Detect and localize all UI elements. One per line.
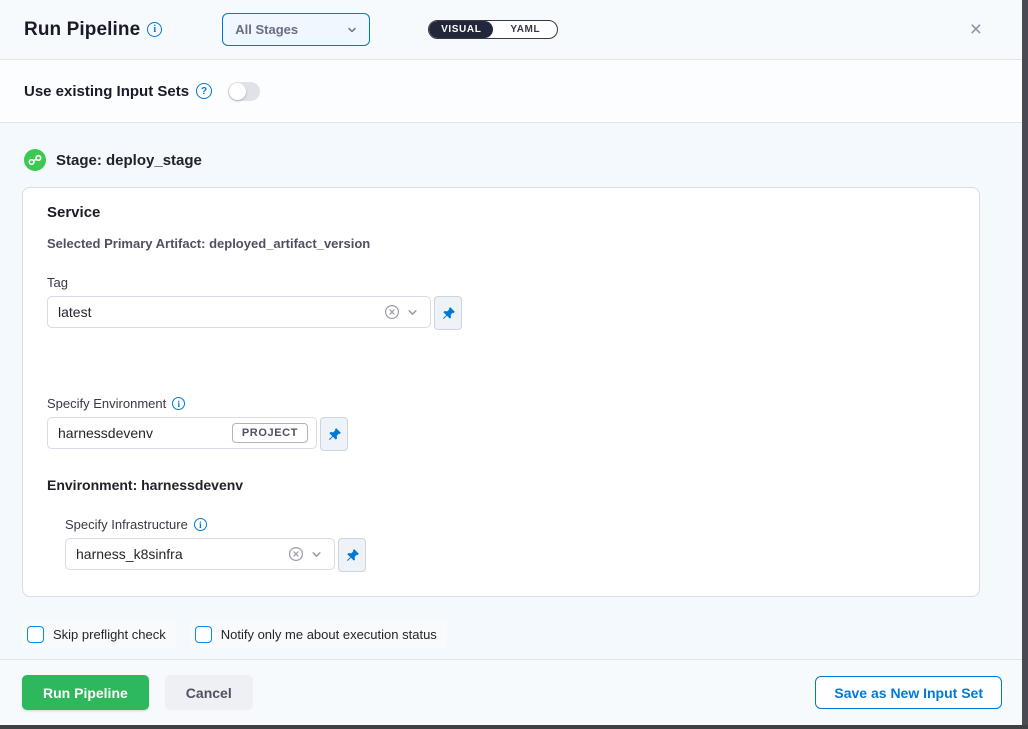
info-icon[interactable]: i (194, 518, 207, 531)
tab-visual[interactable]: VISUAL (429, 21, 493, 38)
environment-heading: Environment: harnessdevenv (47, 477, 955, 493)
scope-badge: PROJECT (232, 423, 308, 443)
chevron-down-icon[interactable] (402, 307, 422, 318)
notify-only-me-label: Notify only me about execution status (221, 627, 437, 642)
pin-button[interactable] (434, 296, 462, 330)
visual-yaml-toggle: VISUAL YAML (428, 20, 558, 39)
infrastructure-input-wrapper (65, 538, 335, 570)
cancel-button[interactable]: Cancel (165, 675, 253, 710)
service-card: Service Selected Primary Artifact: deplo… (22, 187, 980, 597)
stage-selector-value: All Stages (235, 22, 347, 37)
skip-preflight-label: Skip preflight check (53, 627, 166, 642)
skip-preflight-checkbox[interactable] (27, 626, 44, 643)
infrastructure-block: Specify Infrastructure i (65, 517, 955, 572)
environment-block: Specify Environment i PROJECT Environmen… (47, 396, 955, 572)
environment-input[interactable] (58, 425, 224, 441)
pin-button[interactable] (338, 538, 366, 572)
background-page-edge-bottom (0, 725, 1028, 729)
notify-only-me-option[interactable]: Notify only me about execution status (190, 621, 447, 648)
background-page-edge-right (1022, 0, 1028, 729)
tag-label-text: Tag (47, 275, 68, 290)
save-as-new-input-set-button[interactable]: Save as New Input Set (815, 676, 1002, 709)
toggle-knob (229, 83, 246, 100)
selected-artifact-line: Selected Primary Artifact: deployed_arti… (47, 236, 955, 251)
modal-header: Run Pipeline i All Stages VISUAL YAML × (0, 0, 1028, 60)
tag-input-wrapper (47, 296, 431, 328)
stage-selector-dropdown[interactable]: All Stages (222, 13, 370, 46)
service-card-title: Service (47, 204, 955, 221)
pin-icon (345, 548, 360, 563)
page-title: Run Pipeline (24, 19, 140, 41)
cd-stage-icon (24, 149, 46, 171)
environment-input-row: PROJECT (47, 417, 955, 451)
tag-field-label: Tag (47, 275, 955, 290)
input-sets-section: Use existing Input Sets ? (0, 60, 1028, 123)
close-icon[interactable]: × (964, 17, 988, 42)
tag-input[interactable] (58, 304, 382, 320)
infrastructure-field-label: Specify Infrastructure i (65, 517, 955, 532)
pin-icon (441, 306, 456, 321)
run-pipeline-modal: Run Pipeline i All Stages VISUAL YAML × … (0, 0, 1028, 729)
execution-options: Skip preflight check Notify only me abou… (22, 621, 1006, 648)
tag-input-row (47, 296, 955, 330)
info-icon[interactable]: i (147, 22, 162, 37)
clear-icon[interactable] (286, 546, 306, 562)
infrastructure-input-row (65, 538, 955, 572)
chevron-down-icon[interactable] (306, 549, 326, 560)
chevron-down-icon (347, 25, 357, 35)
stage-label: Stage: deploy_stage (56, 152, 202, 169)
main-content: Stage: deploy_stage Service Selected Pri… (0, 123, 1028, 659)
pin-button[interactable] (320, 417, 348, 451)
info-icon[interactable]: i (172, 397, 185, 410)
infrastructure-input[interactable] (76, 546, 286, 562)
modal-footer: Run Pipeline Cancel Save as New Input Se… (0, 659, 1028, 729)
help-icon[interactable]: ? (196, 83, 212, 99)
tab-yaml[interactable]: YAML (493, 21, 557, 38)
input-sets-label: Use existing Input Sets (24, 83, 189, 100)
run-pipeline-button[interactable]: Run Pipeline (22, 675, 149, 710)
infrastructure-label-text: Specify Infrastructure (65, 517, 188, 532)
environment-field-label: Specify Environment i (47, 396, 955, 411)
environment-label-text: Specify Environment (47, 396, 166, 411)
environment-input-wrapper: PROJECT (47, 417, 317, 449)
stage-row: Stage: deploy_stage (22, 149, 1006, 171)
clear-icon[interactable] (382, 304, 402, 320)
input-sets-toggle[interactable] (228, 82, 260, 101)
notify-only-me-checkbox[interactable] (195, 626, 212, 643)
pin-icon (327, 427, 342, 442)
skip-preflight-option[interactable]: Skip preflight check (22, 621, 176, 648)
